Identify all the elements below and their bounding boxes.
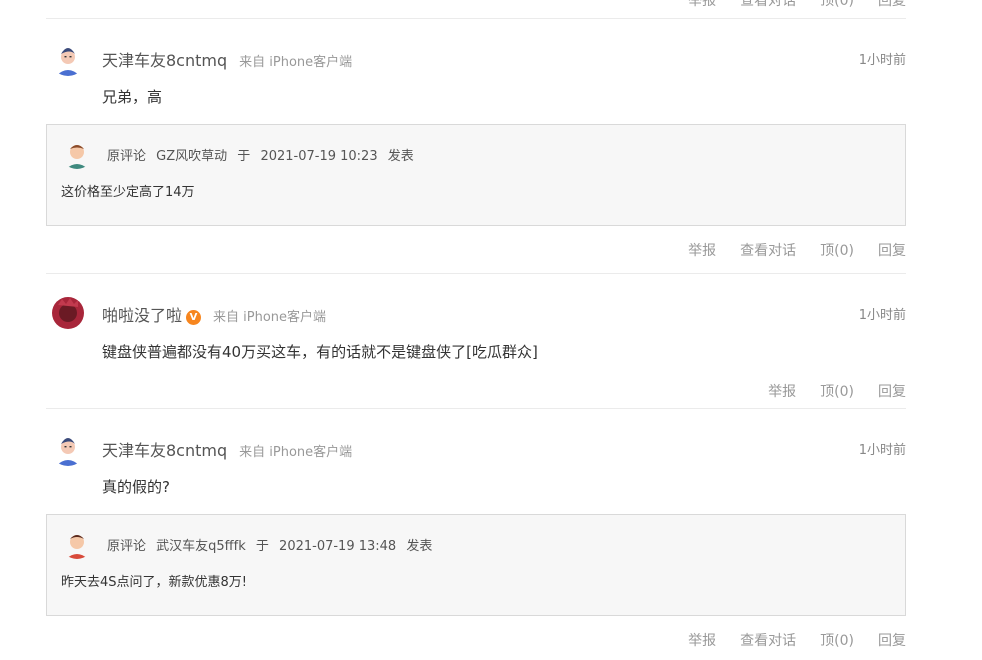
avatar[interactable] [50,295,86,331]
quoted-username[interactable]: 武汉车友q5fffk [156,539,246,554]
username[interactable]: 啪啦没了啦 V 来自 iPhone客户端 [102,302,326,326]
report-link[interactable]: 举报 [688,240,716,260]
quote-label: 原评论 [107,539,147,554]
timestamp: 1小时前 [858,308,906,323]
verified-badge-icon: V [186,310,202,325]
comment-actions: 举报 查看对话 顶(0) 回复 [46,240,906,260]
quoted-comment: 原评论 GZ风吹草动 于 2021-07-19 10:23 发表 这价格至少定高… [46,124,906,226]
comment-text: 真的假的? [102,478,170,496]
client-source: 来自 iPhone客户端 [213,310,327,325]
divider [46,18,906,19]
timestamp: 1小时前 [858,53,906,68]
quoted-username[interactable]: GZ风吹草动 [156,149,227,164]
comment-actions: 举报 查看对话 顶(0) 回复 [46,630,906,650]
upvote-link[interactable]: 顶(0) [820,0,854,10]
quoted-text: 这价格至少定高了14万 [61,185,195,200]
timestamp: 1小时前 [858,443,906,458]
view-conversation-link[interactable]: 查看对话 [740,240,796,260]
quoted-avatar[interactable] [61,137,93,169]
comment-header: 天津车友8cntmq 来自 iPhone客户端 1小时前 [46,430,906,470]
view-conversation-link[interactable]: 查看对话 [740,0,796,10]
comment-item: 啪啦没了啦 V 来自 iPhone客户端 1小时前 键盘侠普遍都没有40万买这车，有… [46,295,906,401]
client-source: 来自 iPhone客户端 [239,55,353,70]
comment-actions: 举报 顶(0) 回复 [46,381,906,401]
divider [46,273,906,274]
quoted-meta: 原评论 GZ风吹草动 于 2021-07-19 10:23 发表 [107,145,420,164]
upvote-link[interactable]: 顶(0) [820,630,854,650]
comment-item: 天津车友8cntmq 来自 iPhone客户端 1小时前 兄弟，高 原评论 GZ风… [46,40,906,260]
quote-at-label: 于 [255,539,269,554]
upvote-link[interactable]: 顶(0) [820,240,854,260]
reply-link[interactable]: 回复 [878,630,906,650]
comment-header: 啪啦没了啦 V 来自 iPhone客户端 1小时前 [46,295,906,335]
quote-at-label: 于 [237,149,251,164]
quote-suffix: 发表 [406,539,433,554]
upvote-link[interactable]: 顶(0) [820,381,854,401]
reply-link[interactable]: 回复 [878,240,906,260]
quote-label: 原评论 [107,149,147,164]
comment-text: 键盘侠普遍都没有40万买这车，有的话就不是键盘侠了[吃瓜群众] [102,343,538,361]
quoted-text: 昨天去4S点问了，新款优惠8万! [61,575,248,590]
client-source: 来自 iPhone客户端 [239,445,353,460]
comment-text: 兄弟，高 [102,88,163,106]
reply-link[interactable]: 回复 [878,0,906,10]
quoted-meta: 原评论 武汉车友q5fffk 于 2021-07-19 13:48 发表 [107,535,438,554]
report-link[interactable]: 举报 [768,381,796,401]
quote-suffix: 发表 [387,149,414,164]
avatar[interactable] [50,430,86,466]
comment-item: 天津车友8cntmq 来自 iPhone客户端 1小时前 真的假的? 原评论 武汉… [46,430,906,650]
quoted-avatar[interactable] [61,527,93,559]
prev-comment-actions: 举报 查看对话 顶(0) 回复 [688,0,906,10]
report-link[interactable]: 举报 [688,0,716,10]
quoted-comment: 原评论 武汉车友q5fffk 于 2021-07-19 13:48 发表 昨天去… [46,514,906,616]
avatar[interactable] [50,40,86,76]
reply-link[interactable]: 回复 [878,381,906,401]
quoted-datetime: 2021-07-19 10:23 [260,149,378,164]
comment-stream: 举报 查看对话 顶(0) 回复 天津车友8cntmq 来自 iPhone客户端 1… [0,0,982,660]
report-link[interactable]: 举报 [688,630,716,650]
username[interactable]: 天津车友8cntmq 来自 iPhone客户端 [102,437,352,461]
username[interactable]: 天津车友8cntmq 来自 iPhone客户端 [102,47,352,71]
divider [46,408,906,409]
comment-header: 天津车友8cntmq 来自 iPhone客户端 1小时前 [46,40,906,80]
view-conversation-link[interactable]: 查看对话 [740,630,796,650]
quoted-datetime: 2021-07-19 13:48 [279,539,397,554]
